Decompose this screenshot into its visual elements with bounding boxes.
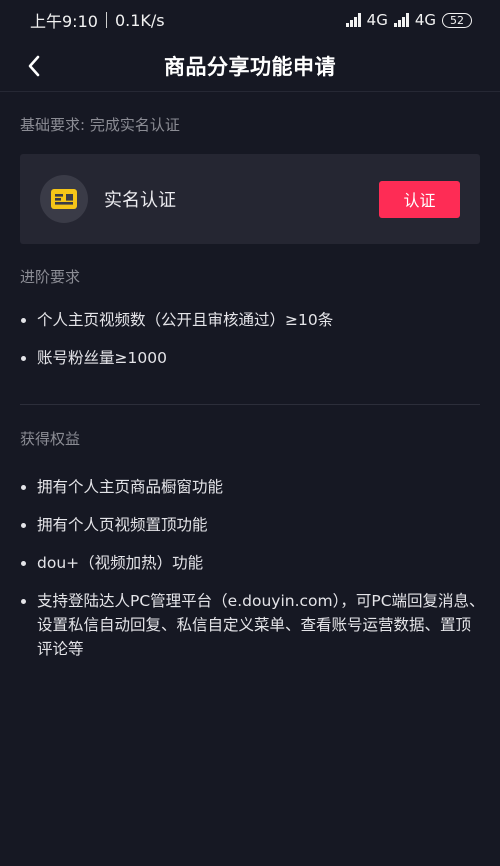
verify-button[interactable]: 认证 (379, 180, 460, 218)
signal-icon (345, 13, 361, 27)
list-item: 拥有个人主页商品橱窗功能 (20, 475, 486, 499)
page-title: 商品分享功能申请 (164, 54, 336, 79)
status-left: 上午9:10 0.1K/s (30, 8, 165, 32)
list-item: 个人主页视频数（公开且审核通过）≥10条 (20, 308, 486, 332)
status-separator (105, 12, 107, 28)
status-time: 上午9:10 (30, 12, 98, 31)
chevron-left-icon (28, 55, 40, 77)
status-right: 4G 4G 52 (345, 11, 472, 29)
nav-bar: 商品分享功能申请 (0, 40, 500, 92)
list-item: 账号粉丝量≥1000 (20, 346, 486, 370)
basic-requirement-label: 基础要求: 完成实名认证 (20, 116, 180, 134)
battery-icon: 52 (442, 12, 472, 28)
battery-level: 52 (450, 13, 464, 27)
advanced-requirement-list: 个人主页视频数（公开且审核通过）≥10条 账号粉丝量≥1000 (20, 308, 486, 370)
divider (20, 404, 480, 405)
network-type-2: 4G (414, 11, 436, 29)
status-speed: 0.1K/s (114, 10, 165, 30)
network-type-1: 4G (366, 11, 388, 29)
real-name-verify-label: 实名认证 (104, 190, 176, 211)
signal-icon (393, 13, 409, 27)
real-name-verify-card: 实名认证 认证 (20, 154, 480, 244)
list-item: 拥有个人页视频置顶功能 (20, 513, 486, 537)
back-button[interactable] (20, 52, 48, 80)
benefits-label: 获得权益 (20, 430, 81, 448)
status-bar: 上午9:10 0.1K/s 4G 4G 52 (0, 0, 500, 40)
list-item: 支持登陆达人PC管理平台（e.douyin.com），可PC端回复消息、设置私信… (20, 589, 486, 661)
list-item: dou+（视频加热）功能 (20, 551, 486, 575)
advanced-requirement-label: 进阶要求 (20, 268, 81, 286)
benefits-list: 拥有个人主页商品橱窗功能 拥有个人页视频置顶功能 dou+（视频加热）功能 支持… (20, 475, 486, 661)
id-card-icon (51, 189, 77, 209)
id-card-icon-wrap (40, 175, 88, 223)
